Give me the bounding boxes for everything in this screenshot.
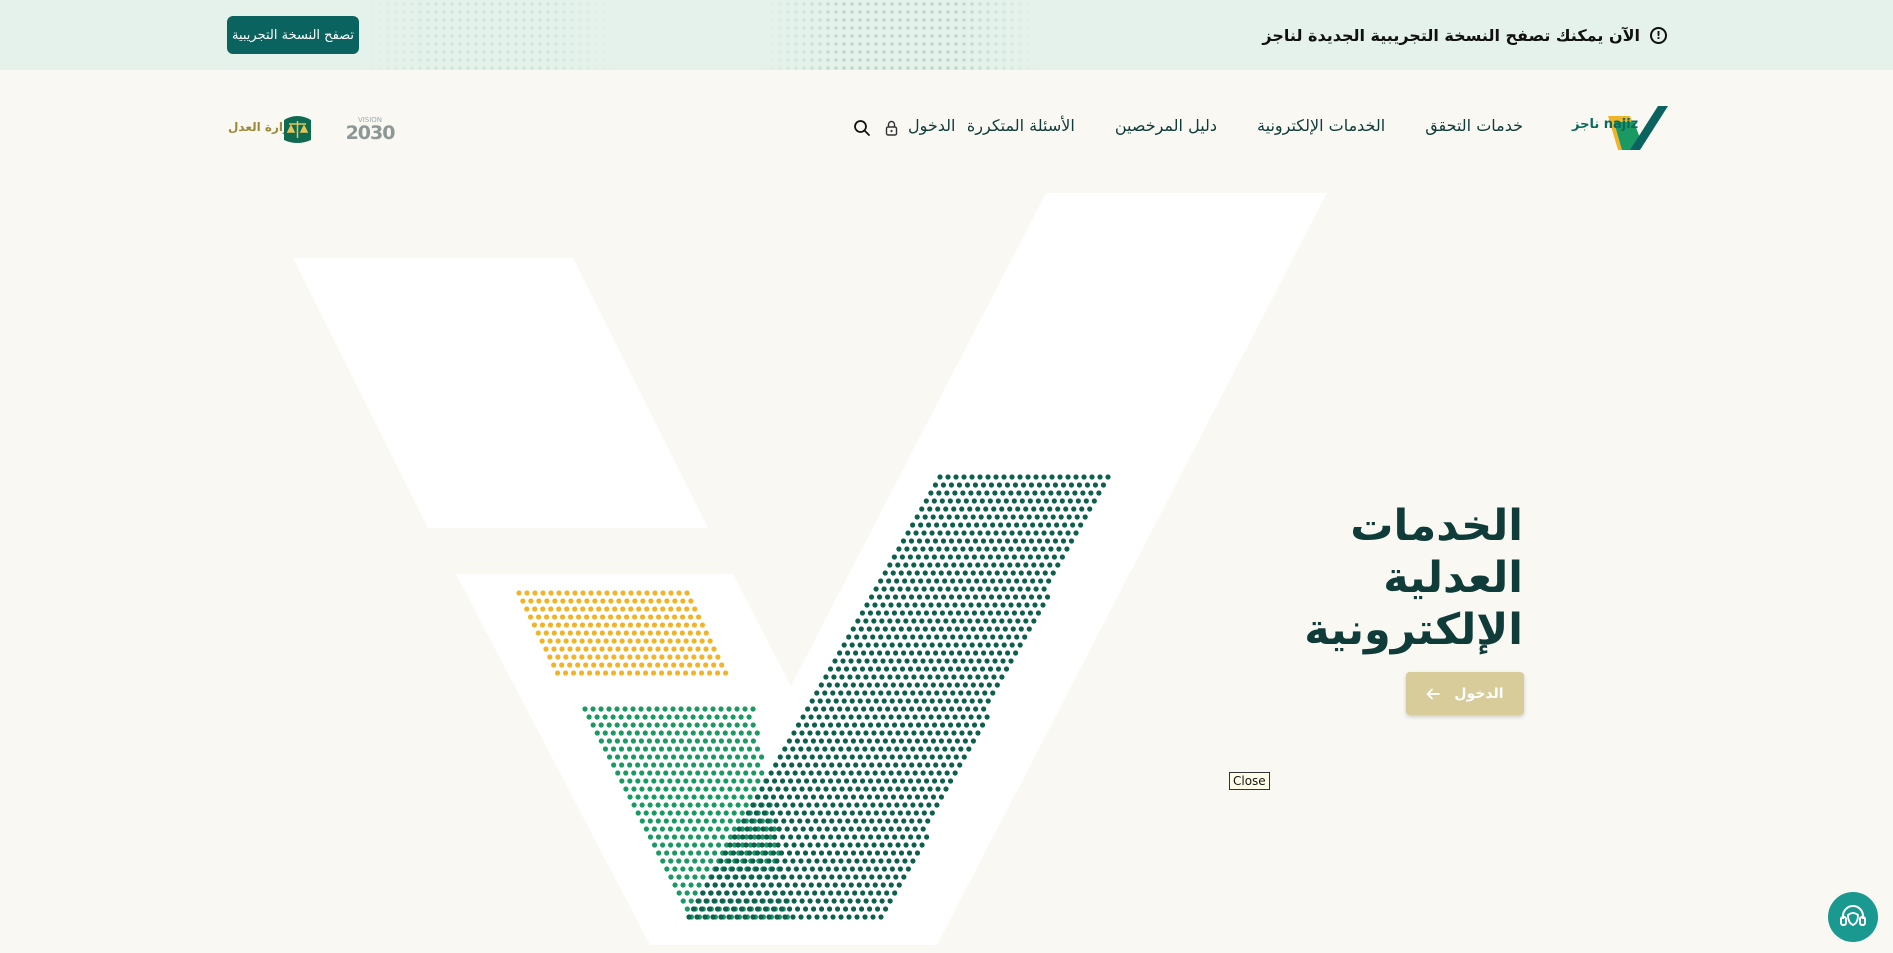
hero-title-line: العدلية — [1383, 553, 1523, 603]
support-chat-button[interactable] — [1828, 892, 1878, 942]
hero-shape-upper-left — [293, 258, 708, 528]
arrow-left-icon — [1427, 688, 1441, 699]
hero-login-label: الدخول — [1454, 685, 1504, 702]
hero-title-line: الخدمات — [1350, 501, 1523, 551]
headset-icon — [1840, 905, 1866, 926]
hero-illustration — [293, 193, 1327, 945]
close-tooltip[interactable]: Close — [1229, 772, 1270, 790]
hero-title-line: الإلكترونية — [1304, 605, 1523, 655]
hero-login-button[interactable]: الدخول — [1406, 672, 1524, 715]
hero-title: الخدمات العدلية الإلكترونية — [1163, 500, 1523, 656]
